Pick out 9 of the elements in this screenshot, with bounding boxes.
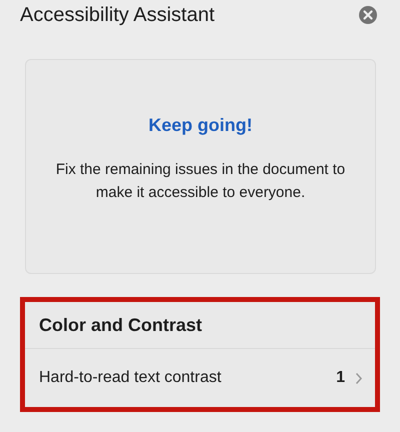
status-heading: Keep going! [148, 115, 252, 136]
issue-row[interactable]: Hard-to-read text contrast 1 [25, 349, 375, 407]
status-message: Fix the remaining issues in the document to make it accessible to everyone. [54, 160, 346, 203]
section-title: Color and Contrast [25, 302, 375, 349]
issue-count: 1 [336, 369, 345, 387]
chevron-icon [355, 372, 363, 384]
panel-title: Accessibility Assistant [20, 4, 215, 26]
issue-label: Hard-to-read text contrast [39, 369, 222, 387]
close-icon[interactable] [358, 5, 378, 25]
